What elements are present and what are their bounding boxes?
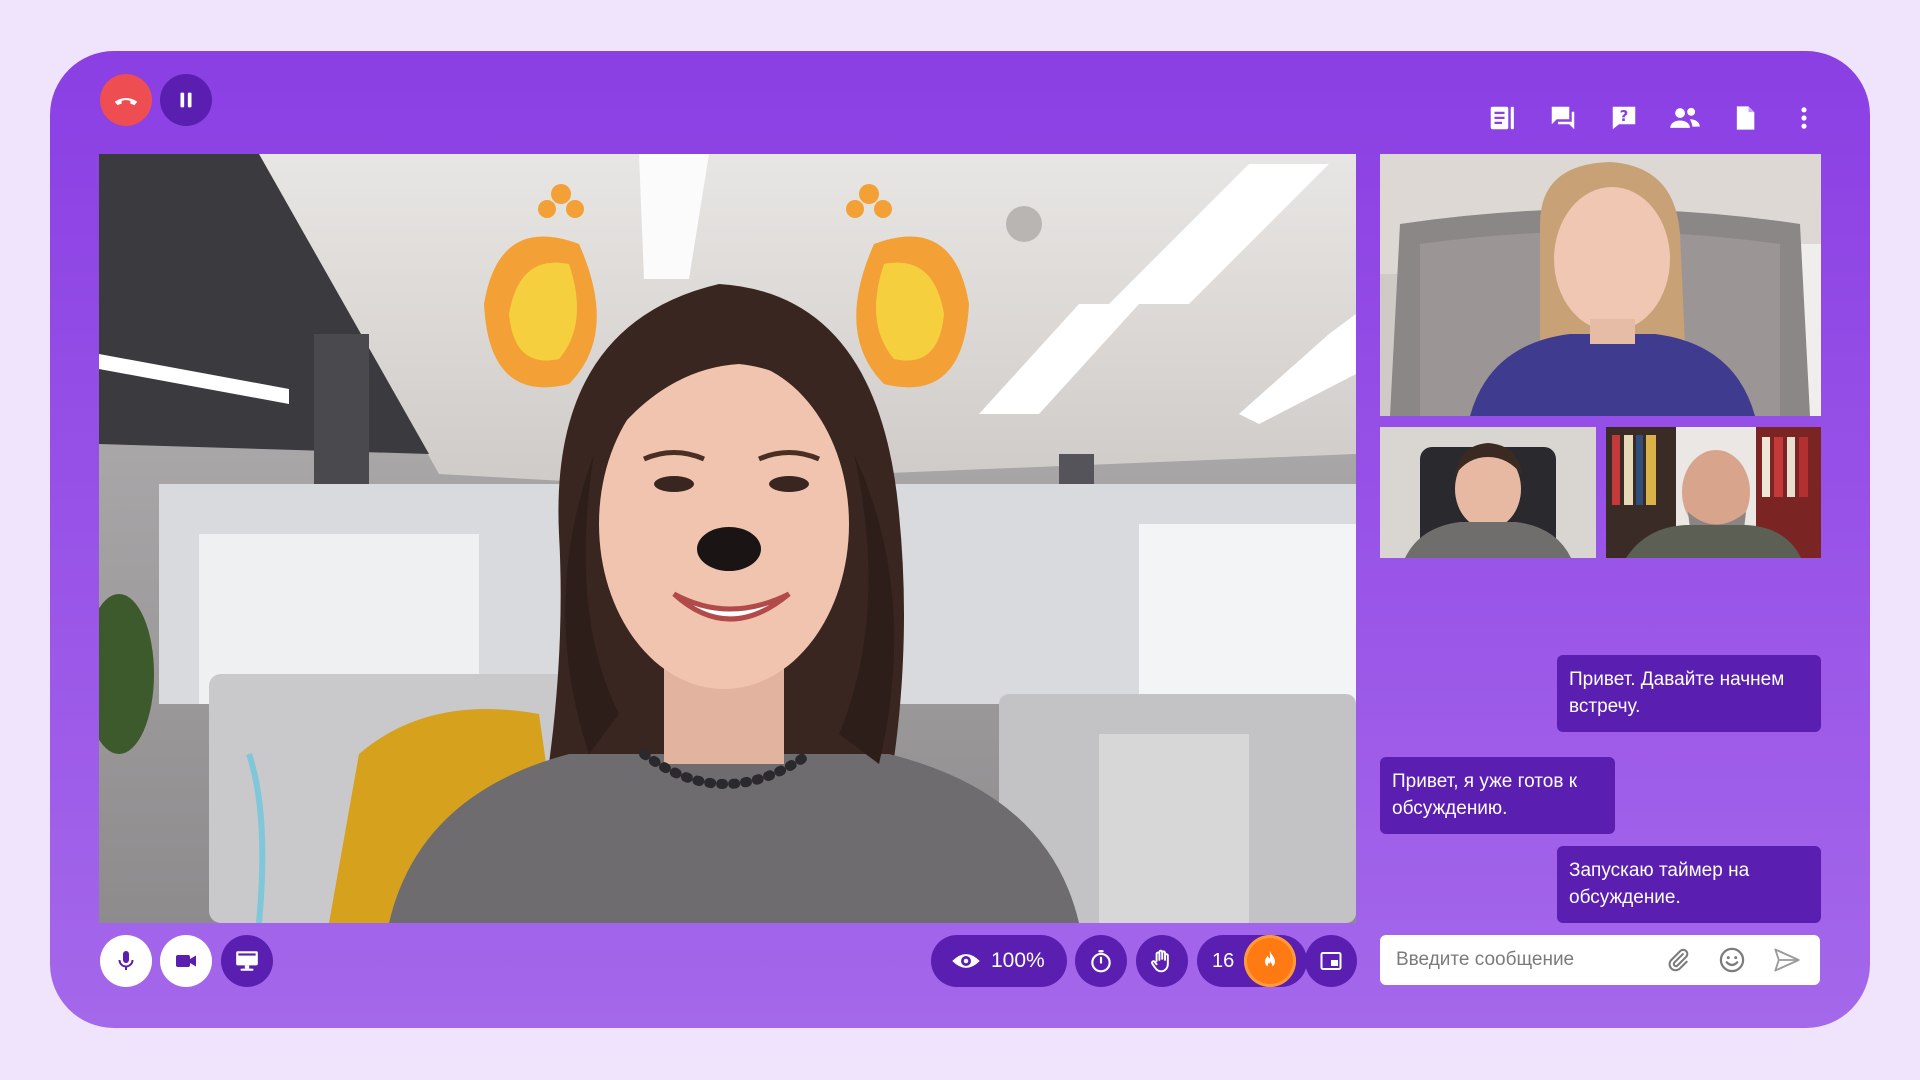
raise-hand-button[interactable] (1136, 935, 1188, 987)
emoji-button[interactable] (1717, 945, 1747, 975)
chat-message: Привет, я уже готов к обсуждению. (1380, 757, 1615, 834)
picture-in-picture-button[interactable] (1305, 935, 1357, 987)
video-call-window: ? Привет. Давайте начнем встречу. Привет… (50, 51, 1870, 1028)
view-percent-pill[interactable]: 100% (931, 935, 1067, 987)
attach-button[interactable] (1663, 945, 1693, 975)
chat-message-text: Привет, я уже готов к обсуждению. (1392, 771, 1578, 819)
participant-video-small-1[interactable] (1380, 427, 1596, 558)
chat-message-text: Привет. Давайте начнем встречу. (1569, 669, 1785, 717)
main-video-image (99, 154, 1356, 923)
svg-text:?: ? (1620, 107, 1629, 125)
emoji-icon (1719, 947, 1745, 973)
more-vertical-icon (1801, 107, 1807, 129)
notes-button[interactable] (1482, 98, 1522, 138)
notes-icon (1490, 106, 1514, 130)
view-percent-label: 100% (991, 949, 1045, 972)
fire-reaction-button[interactable] (1244, 935, 1296, 987)
pause-icon (180, 92, 192, 108)
screen-share-button[interactable] (221, 935, 273, 987)
eye-icon (952, 954, 980, 968)
document-icon (1736, 106, 1755, 130)
participants-icon (1670, 107, 1700, 128)
microphone-button[interactable] (100, 935, 152, 987)
message-input[interactable] (1396, 935, 1666, 985)
chat-message: Привет. Давайте начнем встречу. (1557, 655, 1821, 732)
chat-button[interactable] (1543, 98, 1583, 138)
send-button[interactable] (1772, 945, 1802, 975)
camera-icon (176, 955, 196, 967)
end-call-button[interactable] (100, 74, 152, 126)
reactions-count: 16 (1212, 949, 1235, 972)
chat-message-text: Запускаю таймер на обсуждение. (1569, 860, 1750, 908)
participants-button[interactable] (1665, 98, 1705, 138)
chat-message: Запускаю таймер на обсуждение. (1557, 846, 1821, 923)
participant-video-image (1380, 154, 1821, 416)
participant-video-image (1606, 427, 1821, 558)
main-video-feed (99, 154, 1356, 923)
participant-video-image (1380, 427, 1596, 558)
timer-button[interactable] (1075, 935, 1127, 987)
paperclip-icon (1668, 948, 1689, 972)
help-icon: ? (1612, 106, 1636, 130)
camera-button[interactable] (160, 935, 212, 987)
send-icon (1774, 948, 1800, 972)
help-button[interactable]: ? (1604, 98, 1644, 138)
document-button[interactable] (1725, 98, 1765, 138)
timer-icon (1091, 950, 1111, 973)
microphone-icon (118, 951, 134, 970)
chat-icon (1551, 106, 1575, 130)
participant-video-small-2[interactable] (1606, 427, 1821, 558)
picture-in-picture-icon (1320, 952, 1342, 970)
hand-icon (1151, 949, 1169, 973)
screen-share-icon (236, 951, 258, 971)
message-composer (1380, 935, 1820, 985)
more-button[interactable] (1784, 98, 1824, 138)
phone-hangup-icon (114, 98, 138, 106)
fire-icon (1265, 951, 1275, 968)
pause-button[interactable] (160, 74, 212, 126)
participant-video-large[interactable] (1380, 154, 1821, 416)
